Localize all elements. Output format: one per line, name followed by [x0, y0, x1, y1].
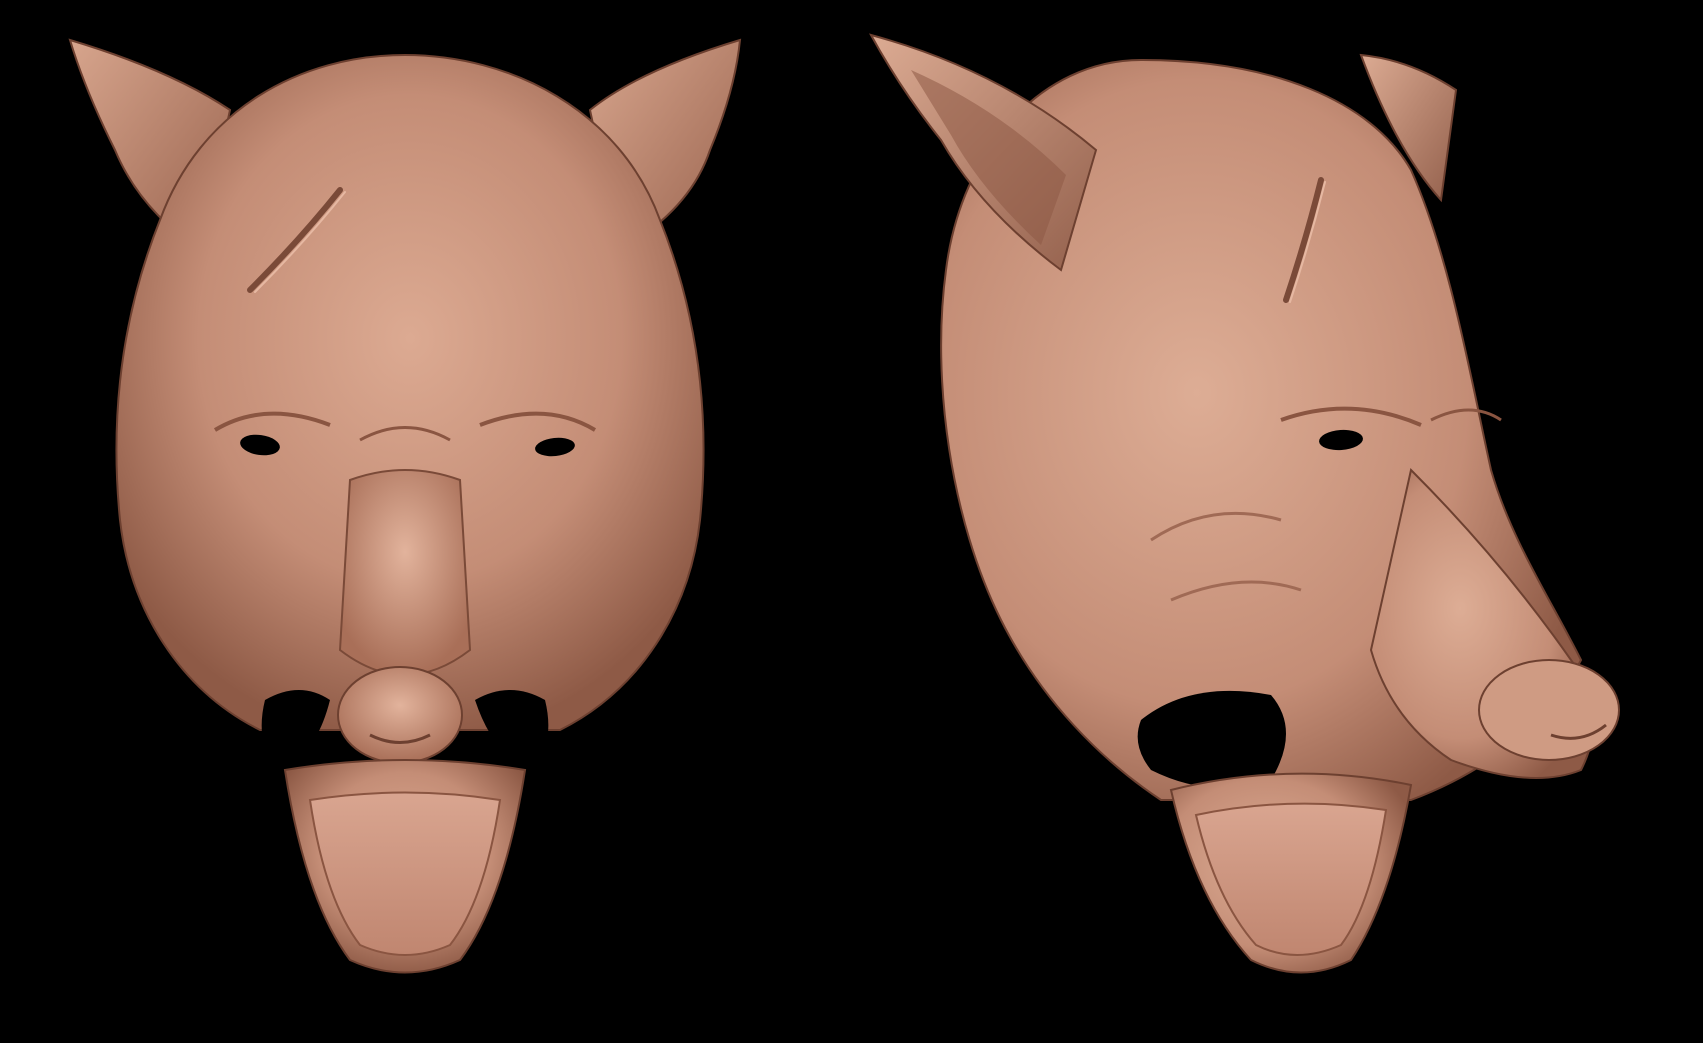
side-view	[851, 0, 1703, 1043]
wolf-mask-front	[68, 38, 742, 974]
front-view	[0, 0, 851, 1043]
wolf-mask-side	[869, 33, 1620, 974]
snout-bridge	[338, 469, 472, 676]
nose	[1478, 659, 1620, 761]
render-canvas	[0, 0, 1703, 1043]
nose	[337, 666, 463, 764]
